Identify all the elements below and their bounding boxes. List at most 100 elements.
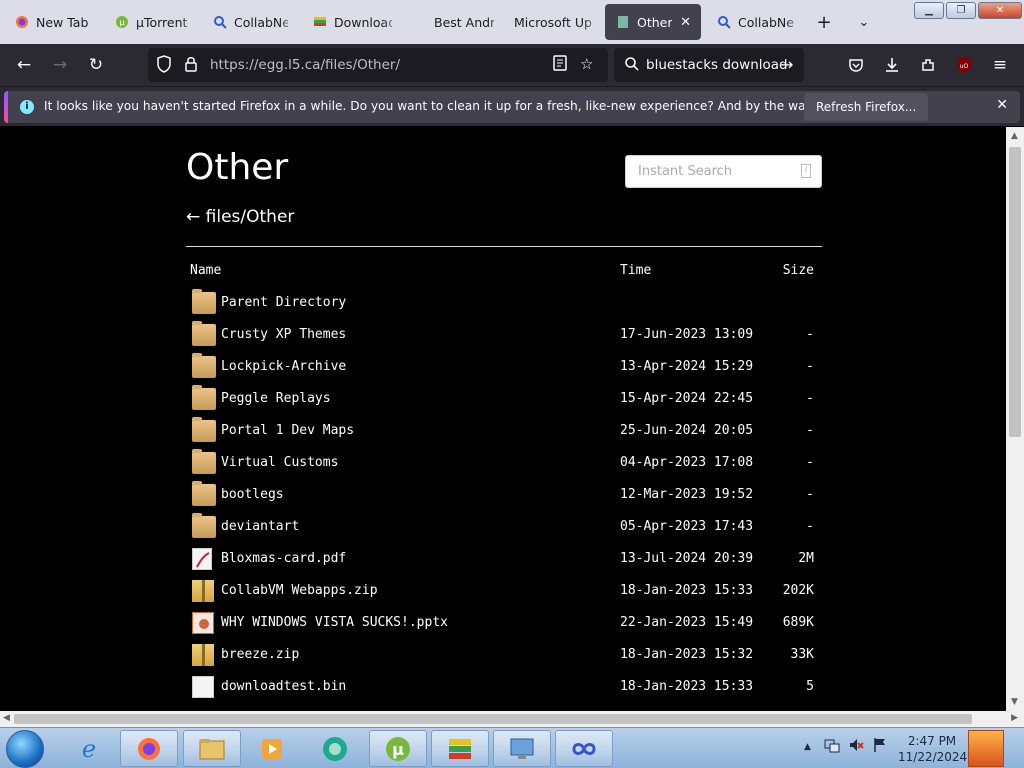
file-time: 18-Jan-2023 15:33: [620, 679, 754, 694]
utorrent-taskbar-icon[interactable]: µ: [369, 730, 427, 767]
table-row[interactable]: CollabVM Webapps.zip 18-Jan-2023 15:33 202…: [186, 575, 822, 607]
tab-other-active[interactable]: Other – ✕: [605, 4, 701, 40]
file-name-link[interactable]: CollabVM Webapps.zip: [221, 583, 378, 598]
remote-desktop-icon[interactable]: [493, 730, 551, 767]
volume-muted-icon[interactable]: [848, 737, 864, 757]
table-row[interactable]: WHY WINDOWS VISTA SUCKS!.pptx 22-Jan-2023…: [186, 607, 822, 639]
folder-icon: [192, 289, 216, 314]
new-tab-plus-icon[interactable]: +: [812, 10, 836, 34]
firefox-taskbar-icon[interactable]: [120, 730, 178, 767]
file-name-link[interactable]: deviantart: [221, 519, 299, 534]
window-close-icon[interactable]: ✕: [978, 2, 1022, 19]
horizontal-scroll-thumb[interactable]: [14, 714, 972, 724]
downloads-icon[interactable]: [878, 51, 906, 79]
file-name-link[interactable]: Portal 1 Dev Maps: [221, 423, 354, 438]
notification-accent: [4, 91, 8, 123]
show-desktop-button[interactable]: [968, 730, 1004, 767]
back-arrow-icon[interactable]: ←: [10, 51, 38, 79]
file-name-link[interactable]: Crusty XP Themes: [221, 327, 346, 342]
file-time: 25-Jun-2024 20:05: [620, 423, 754, 438]
file-name-link[interactable]: breeze.zip: [221, 647, 299, 662]
instant-search-box[interactable]: /: [625, 155, 822, 188]
column-name-header[interactable]: Name: [190, 263, 221, 278]
infinity-app-icon[interactable]: [555, 730, 613, 767]
bluestacks-taskbar-icon[interactable]: [431, 730, 489, 767]
file-name-link[interactable]: Bloxmas-card.pdf: [221, 551, 346, 566]
instant-search-input[interactable]: [638, 164, 788, 179]
table-row[interactable]: Peggle Replays 15-Apr-2024 22:45 -: [186, 383, 822, 415]
folder-icon: [192, 321, 216, 346]
action-center-flag-icon[interactable]: [872, 737, 888, 757]
table-row[interactable]: Portal 1 Dev Maps 25-Jun-2024 20:05 -: [186, 415, 822, 447]
search-icon: [212, 14, 228, 30]
go-arrow-icon[interactable]: →: [780, 55, 793, 74]
breadcrumb-link[interactable]: ← files/Other: [186, 207, 294, 227]
forward-arrow-icon[interactable]: →: [46, 51, 74, 79]
file-explorer-icon[interactable]: [183, 730, 241, 767]
refresh-firefox-button[interactable]: Refresh Firefox...: [804, 93, 929, 121]
search-bar[interactable]: bluestacks download →: [614, 48, 804, 82]
file-name-link[interactable]: bootlegs: [221, 487, 284, 502]
reload-icon[interactable]: ↻: [82, 51, 110, 79]
file-name-link[interactable]: Parent Directory: [221, 295, 346, 310]
zip-file-icon: [192, 644, 214, 666]
extensions-icon[interactable]: [914, 51, 942, 79]
tab-microsoft-update[interactable]: Microsoft Upd: [504, 4, 602, 40]
pocket-icon[interactable]: [842, 51, 870, 79]
file-time: 04-Apr-2023 17:08: [620, 455, 754, 470]
list-tabs-chevron-icon[interactable]: ⌄: [852, 10, 876, 34]
table-row[interactable]: Bloxmas-card.pdf 13-Jul-2024 20:39 2M: [186, 543, 822, 575]
network-icon[interactable]: [824, 737, 840, 757]
svg-text:µ: µ: [392, 740, 404, 759]
column-size-header[interactable]: Size: [783, 263, 814, 278]
tab-utorrent[interactable]: µ µTorrent W: [104, 4, 200, 40]
lock-icon[interactable]: [184, 55, 198, 77]
tab-collabnet[interactable]: CollabNet: [202, 4, 298, 40]
column-time-header[interactable]: Time: [620, 263, 651, 278]
table-row[interactable]: Lockpick-Archive 13-Apr-2024 15:29 -: [186, 351, 822, 383]
reader-view-icon[interactable]: [552, 55, 568, 75]
bookmark-star-icon[interactable]: ☆: [580, 55, 593, 73]
scroll-up-arrow-icon[interactable]: ▲: [1011, 131, 1018, 141]
system-clock[interactable]: 2:47 PM 11/22/2024: [898, 733, 967, 765]
tab-best-android[interactable]: Best Andr: [424, 4, 504, 40]
scroll-down-arrow-icon[interactable]: ▼: [1011, 697, 1018, 707]
file-name-link[interactable]: Virtual Customs: [221, 455, 338, 470]
vertical-scroll-thumb[interactable]: [1009, 147, 1021, 437]
horizontal-scrollbar[interactable]: ◀ ▶: [0, 711, 1024, 727]
minimize-icon[interactable]: ▁: [914, 2, 944, 19]
scroll-left-arrow-icon[interactable]: ◀: [3, 713, 10, 723]
close-tab-icon[interactable]: ✕: [680, 15, 691, 30]
file-name-link[interactable]: WHY WINDOWS VISTA SUCKS!.pptx: [221, 615, 448, 630]
tab-download[interactable]: Download: [302, 4, 402, 40]
file-size: 2M: [798, 551, 814, 566]
file-name-link[interactable]: downloadtest.bin: [221, 679, 346, 694]
start-orb-icon[interactable]: [6, 730, 44, 768]
info-icon: i: [20, 100, 34, 114]
tab-new-tab[interactable]: New Tab: [4, 4, 102, 40]
file-time: 17-Jun-2023 13:09: [620, 327, 754, 342]
scroll-right-arrow-icon[interactable]: ▶: [1011, 713, 1018, 723]
show-hidden-icons-arrow-icon[interactable]: ▲: [804, 742, 811, 752]
ublock-origin-icon[interactable]: uO: [950, 51, 978, 79]
tab-collabnet-2[interactable]: CollabNet: [706, 4, 804, 40]
vertical-scrollbar[interactable]: ▲ ▼: [1006, 127, 1024, 711]
table-row[interactable]: Parent Directory: [186, 287, 822, 319]
table-row[interactable]: deviantart 05-Apr-2023 17:43 -: [186, 511, 822, 543]
folder-icon: [192, 385, 216, 410]
table-row[interactable]: downloadtest.bin 18-Jan-2023 15:33 5: [186, 671, 822, 703]
file-name-link[interactable]: Lockpick-Archive: [221, 359, 346, 374]
shield-icon[interactable]: [156, 55, 172, 77]
internet-explorer-icon[interactable]: e: [60, 730, 118, 767]
media-player-icon[interactable]: [243, 730, 301, 767]
bluestacks-chat-icon[interactable]: [306, 730, 364, 767]
table-row[interactable]: breeze.zip 18-Jan-2023 15:32 33K: [186, 639, 822, 671]
table-row[interactable]: Crusty XP Themes 17-Jun-2023 13:09 -: [186, 319, 822, 351]
file-name-link[interactable]: Peggle Replays: [221, 391, 331, 406]
table-row[interactable]: Virtual Customs 04-Apr-2023 17:08 -: [186, 447, 822, 479]
url-bar[interactable]: https://egg.l5.ca/files/Other/ ☆: [148, 48, 608, 82]
menu-hamburger-icon[interactable]: ≡: [986, 51, 1014, 79]
restore-icon[interactable]: ❐: [946, 2, 976, 19]
table-row[interactable]: bootlegs 12-Mar-2023 19:52 -: [186, 479, 822, 511]
close-notification-icon[interactable]: ✕: [996, 97, 1008, 113]
